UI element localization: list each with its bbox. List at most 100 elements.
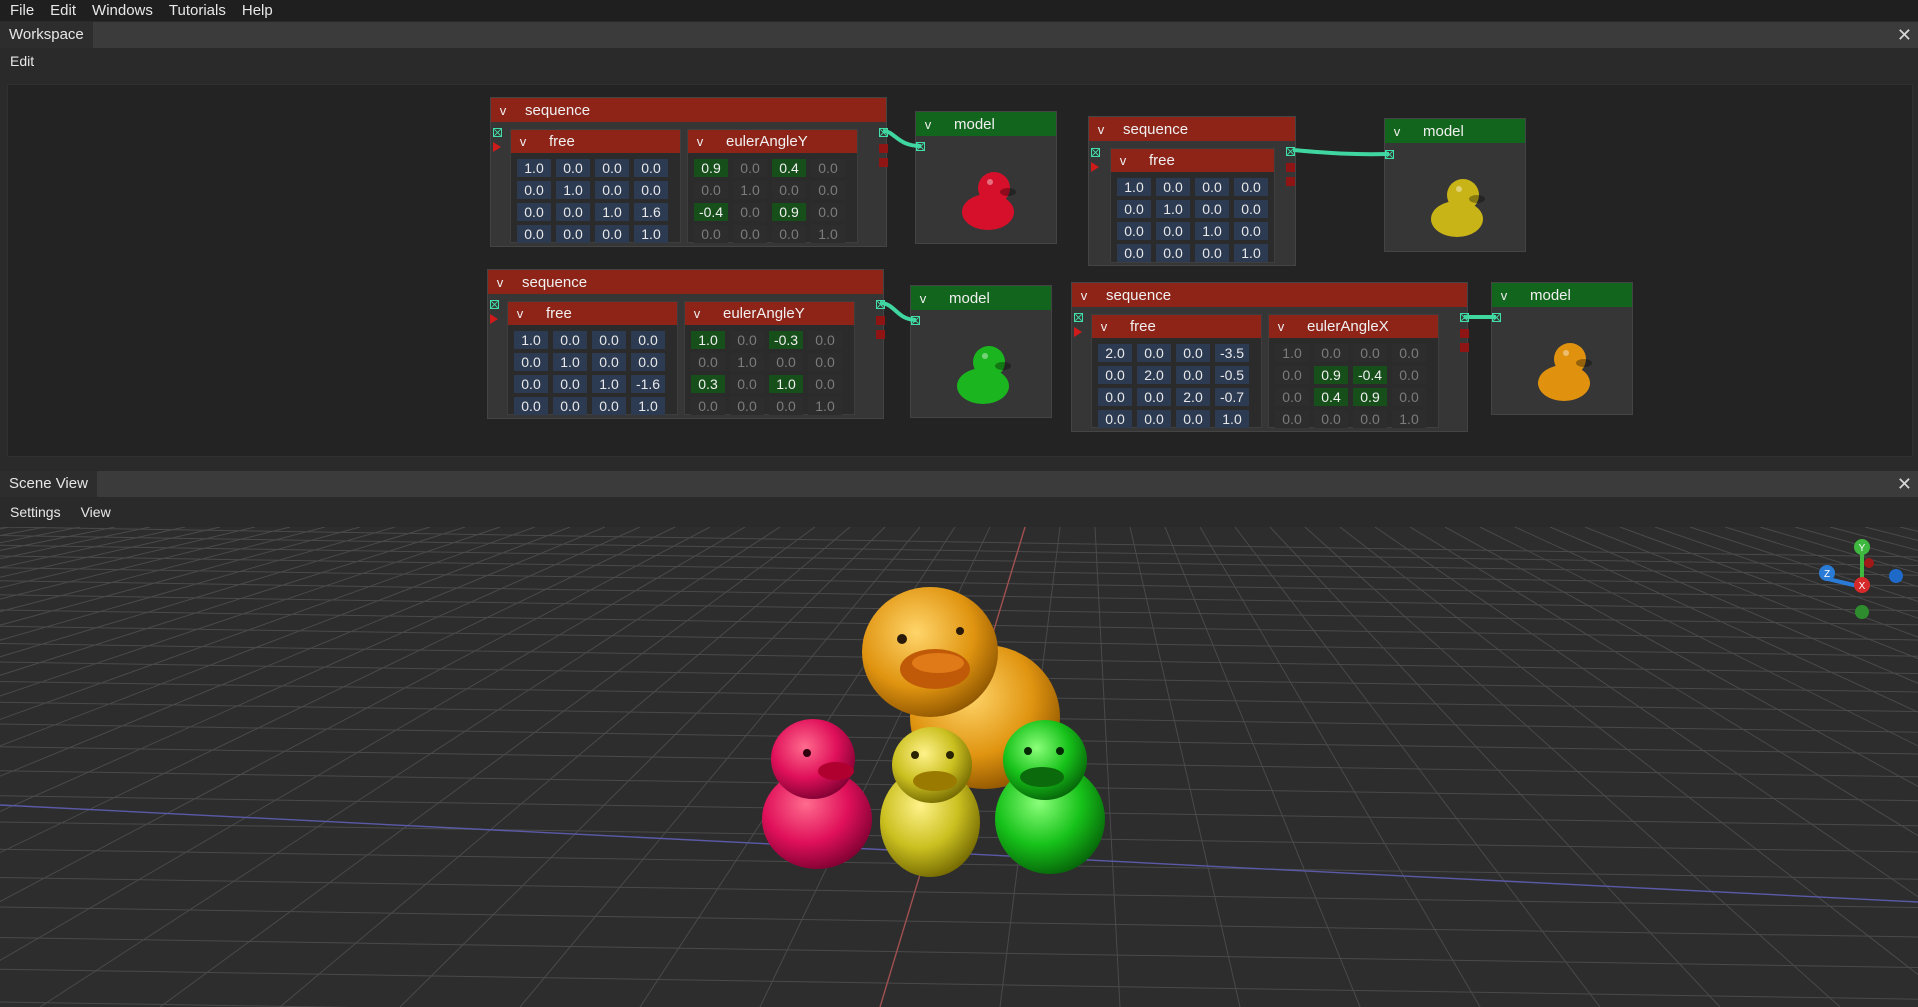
matrix-cell[interactable]: 0.0 [595,159,629,177]
matrix-cell[interactable]: 1.0 [811,225,845,243]
matrix-cell[interactable]: 0.0 [1392,344,1426,362]
matrix-cell[interactable]: 1.0 [514,331,548,349]
matrix-cell[interactable]: 0.0 [1117,244,1151,262]
matrix-cell[interactable]: 1.6 [634,203,668,221]
matrix-cell[interactable]: 0.0 [631,353,665,371]
workspace-tab[interactable]: Workspace [0,22,93,48]
duck-green[interactable] [995,720,1105,874]
collapse-toggle[interactable]: v [1111,153,1135,168]
matrix-cell[interactable]: 0.0 [1353,344,1387,362]
model-input-pin-icon[interactable] [1385,150,1394,159]
input-arrow-icon[interactable] [493,142,501,152]
matrix-cell[interactable]: 0.0 [517,225,551,243]
collapse-toggle[interactable]: v [916,117,940,132]
matrix-cell[interactable]: 1.0 [808,397,842,415]
matrix-cell[interactable]: 1.0 [1215,410,1249,428]
output-pin-icon[interactable] [876,300,885,309]
output-pin-icon[interactable] [879,144,888,153]
matrix-cell[interactable]: 1.0 [595,203,629,221]
matrix-cell[interactable]: 0.0 [517,203,551,221]
matrix-cell[interactable]: 0.0 [730,397,764,415]
collapse-toggle[interactable]: v [1269,319,1293,334]
sequence-node[interactable]: v sequence v free 2.0 0.0 0.0 -3.5 0.0 2.0 0.0 -0… [1071,282,1469,432]
sequence-node[interactable]: v sequence v free 1.0 0.0 0.0 0.0 0.0 1.0 0.0 0.0… [1088,116,1296,266]
matrix-cell[interactable]: 0.0 [769,353,803,371]
menu-tutorials[interactable]: Tutorials [161,2,234,19]
input-pin-icon[interactable] [493,128,502,137]
matrix-cell[interactable]: 0.0 [769,397,803,415]
matrix-cell[interactable]: 1.0 [1234,244,1268,262]
settings-menu[interactable]: Settings [0,504,71,520]
matrix-cell[interactable]: 0.4 [1314,388,1348,406]
matrix-cell[interactable]: 0.0 [1275,366,1309,384]
scene-tab[interactable]: Scene View [0,471,97,497]
matrix-cell[interactable]: 0.0 [592,353,626,371]
output-pin-icon[interactable] [876,316,885,325]
model-node[interactable]: v model [1491,282,1633,415]
matrix-cell[interactable]: 0.0 [730,375,764,393]
matrix-cell[interactable]: 0.0 [1275,410,1309,428]
matrix-cell[interactable]: 0.0 [1156,244,1190,262]
matrix-cell[interactable]: 0.0 [808,331,842,349]
matrix-cell[interactable]: -0.5 [1215,366,1249,384]
free-node[interactable]: v free 2.0 0.0 0.0 -3.5 0.0 2.0 0.0 -0.5 0.0 0.0 2.… [1091,314,1262,428]
collapse-toggle[interactable]: v [688,134,712,149]
axis-gizmo[interactable]: Y Z X [1819,539,1903,619]
matrix-cell[interactable]: 0.0 [514,397,548,415]
duck-yellow[interactable] [880,727,980,877]
matrix-cell[interactable]: 0.0 [691,397,725,415]
collapse-toggle[interactable]: v [1385,124,1409,139]
workspace-edit-menu[interactable]: Edit [0,53,44,69]
matrix-cell[interactable]: 1.0 [517,159,551,177]
matrix-cell[interactable]: 0.0 [1176,344,1210,362]
matrix-cell[interactable]: 0.0 [553,397,587,415]
matrix-cell[interactable]: 0.0 [694,181,728,199]
matrix-cell[interactable]: 0.0 [1117,222,1151,240]
matrix-cell[interactable]: 0.0 [553,331,587,349]
matrix-cell[interactable]: 0.0 [811,159,845,177]
matrix-cell[interactable]: 0.0 [634,181,668,199]
matrix-cell[interactable]: 0.0 [811,181,845,199]
sequence-node[interactable]: v sequence v free 1.0 0.0 0.0 0.0 0.0 1.0 0.0 0.0… [487,269,885,419]
matrix-cell[interactable]: 2.0 [1176,388,1210,406]
input-pin-icon[interactable] [490,300,499,309]
euler-angle-node[interactable]: v eulerAngleX 1.0 0.0 0.0 0.0 0.0 0.9 -0.4 0.0 0.… [1268,314,1439,428]
matrix-cell[interactable]: -0.4 [1353,366,1387,384]
collapse-toggle[interactable]: v [488,275,512,290]
input-arrow-icon[interactable] [1091,162,1099,172]
matrix-cell[interactable]: 1.0 [1392,410,1426,428]
matrix-cell[interactable]: 0.0 [556,203,590,221]
sequence-node[interactable]: v sequence v free 1.0 0.0 0.0 0.0 0.0 1.0 0.0 0.… [490,97,888,247]
free-node[interactable]: v free 1.0 0.0 0.0 0.0 0.0 1.0 0.0 0.0 0.0 0.0 1.0-… [507,301,678,415]
matrix-cell[interactable]: 1.0 [553,353,587,371]
matrix-cell[interactable]: 1.0 [556,181,590,199]
viewport-3d[interactable]: Y Z X [0,527,1918,1007]
matrix-cell[interactable]: 0.4 [772,159,806,177]
matrix-cell[interactable]: 0.0 [1098,366,1132,384]
matrix-cell[interactable]: 0.0 [691,353,725,371]
input-arrow-icon[interactable] [1074,327,1082,337]
close-icon[interactable]: ✕ [1897,25,1912,45]
matrix-cell[interactable]: 0.0 [1098,410,1132,428]
matrix-cell[interactable]: 0.0 [730,331,764,349]
matrix-cell[interactable]: 0.0 [772,225,806,243]
matrix-cell[interactable]: 0.0 [553,375,587,393]
matrix-cell[interactable]: 0.0 [556,225,590,243]
matrix-cell[interactable]: 0.0 [556,159,590,177]
collapse-toggle[interactable]: v [911,291,935,306]
matrix-cell[interactable]: 0.0 [808,375,842,393]
matrix-cell[interactable]: 0.0 [1176,366,1210,384]
collapse-toggle[interactable]: v [685,306,709,321]
output-pin-icon[interactable] [1460,329,1469,338]
scene-render[interactable]: Y Z X [0,527,1918,1007]
model-input-pin-icon[interactable] [916,142,925,151]
collapse-toggle[interactable]: v [511,134,535,149]
matrix-cell[interactable]: 0.0 [1234,178,1268,196]
matrix-cell[interactable]: 0.0 [631,331,665,349]
matrix-cell[interactable]: 0.0 [514,375,548,393]
duck-red[interactable] [762,719,872,869]
output-pin-icon[interactable] [1460,313,1469,322]
matrix-cell[interactable]: 0.0 [1117,200,1151,218]
model-node[interactable]: v model [1384,118,1526,252]
model-input-pin-icon[interactable] [911,316,920,325]
